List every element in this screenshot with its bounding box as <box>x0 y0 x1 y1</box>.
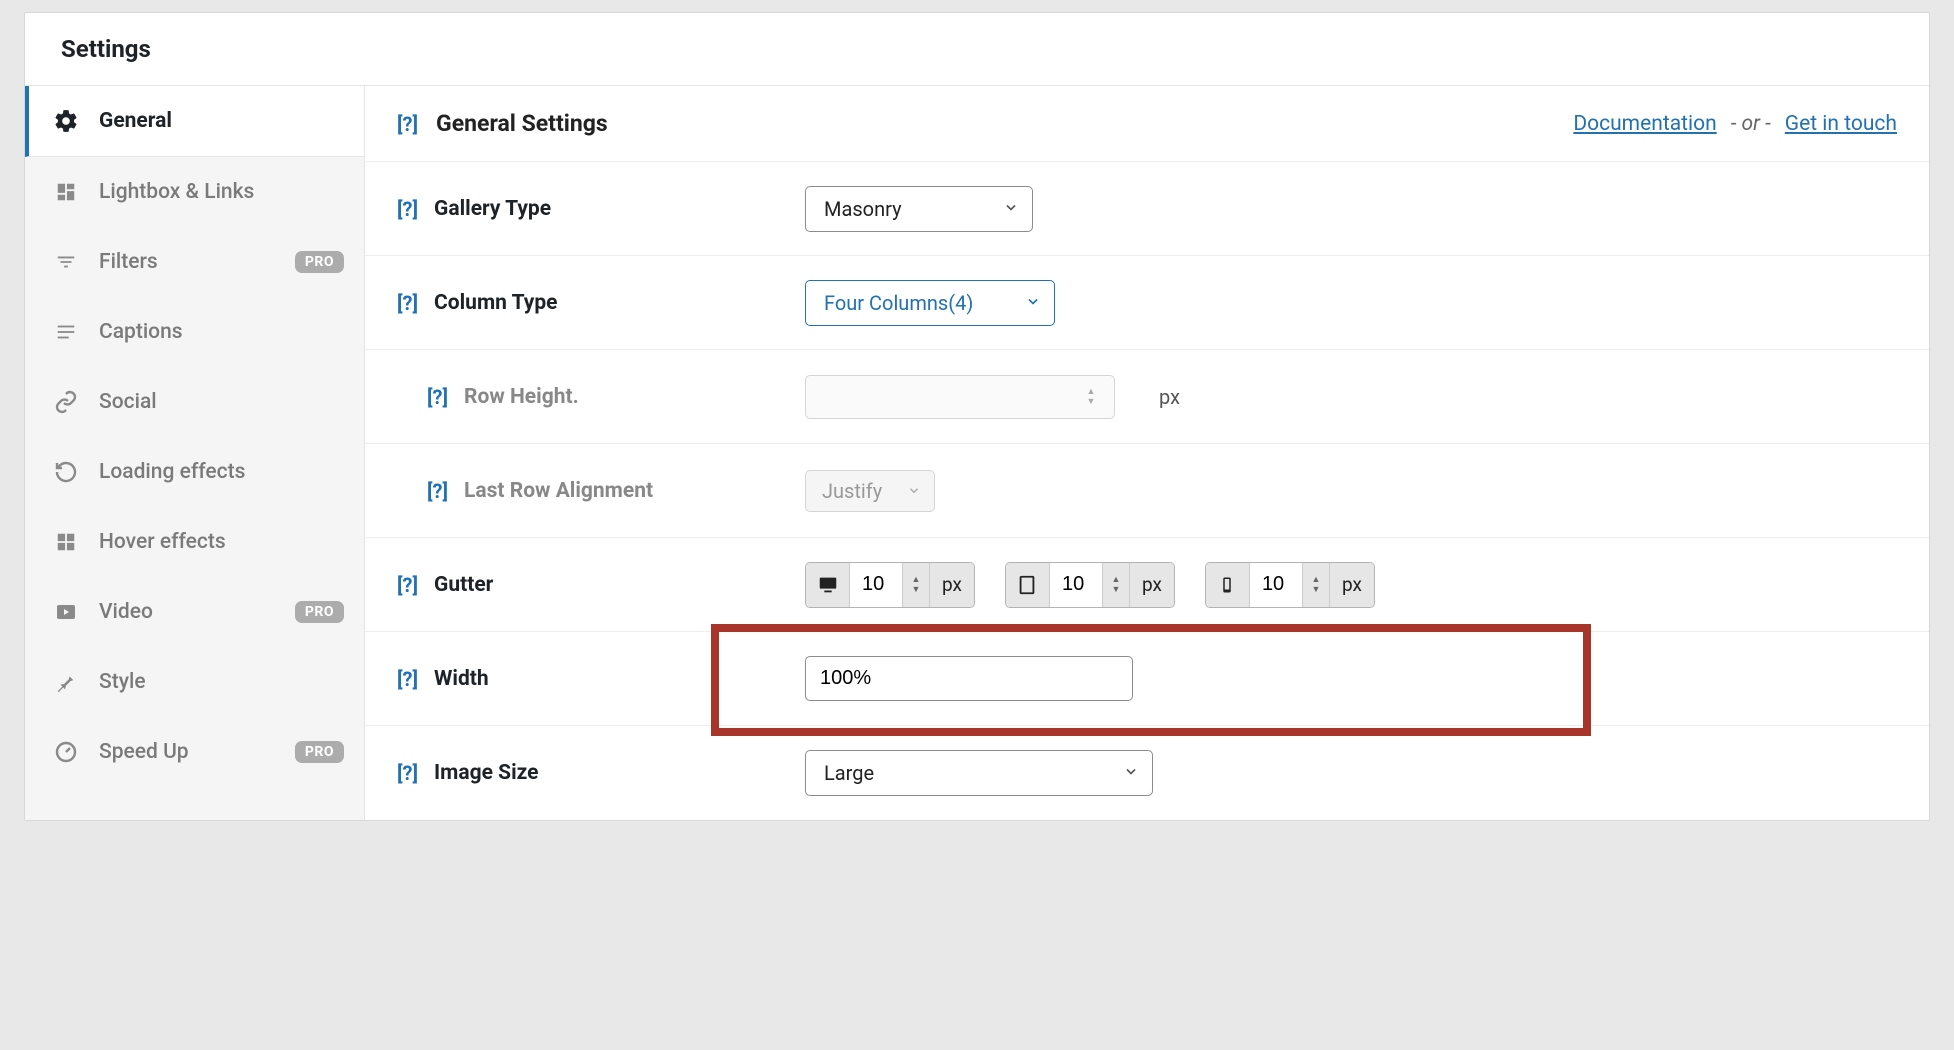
label-last-row: Last Row Alignment <box>464 479 653 503</box>
gauge-icon <box>53 739 79 765</box>
gear-icon <box>53 108 79 134</box>
label-column-type: Column Type <box>434 291 557 315</box>
contact-link[interactable]: Get in touch <box>1785 112 1897 136</box>
row-width: [?] Width <box>365 632 1929 726</box>
help-icon[interactable]: [?] <box>427 479 448 503</box>
sidebar-item-captions[interactable]: Captions <box>25 297 364 367</box>
or-text: - or - <box>1731 112 1771 136</box>
gutter-tablet[interactable]: ▲▼ px <box>1005 562 1175 608</box>
pro-badge: PRO <box>295 601 344 623</box>
help-icon[interactable]: [?] <box>397 761 418 785</box>
label-gallery-type: Gallery Type <box>434 197 551 221</box>
row-column-type: [?] Column Type Four Columns(4) <box>365 256 1929 350</box>
sidebar-item-label: Filters <box>99 250 275 274</box>
sidebar-item-speedup[interactable]: Speed Up PRO <box>25 717 364 787</box>
row-gutter: [?] Gutter ▲▼ px <box>365 538 1929 632</box>
link-icon <box>53 389 79 415</box>
sidebar-item-filters[interactable]: Filters PRO <box>25 227 364 297</box>
video-icon <box>53 599 79 625</box>
row-gallery-type: [?] Gallery Type Masonry <box>365 162 1929 256</box>
refresh-icon <box>53 459 79 485</box>
tablet-icon <box>1006 563 1050 607</box>
pro-badge: PRO <box>295 251 344 273</box>
column-type-select[interactable]: Four Columns(4) <box>805 280 1055 326</box>
panel-header: [?] General Settings Documentation - or … <box>365 86 1929 162</box>
unit-px: px <box>930 563 974 607</box>
pin-icon <box>53 669 79 695</box>
mobile-icon <box>1206 563 1250 607</box>
grid-icon <box>53 179 79 205</box>
unit-px: px <box>1159 385 1180 409</box>
settings-sidebar: General Lightbox & Links Filters PRO <box>25 86 365 820</box>
num-spin-icon[interactable]: ▲▼ <box>902 563 930 607</box>
sidebar-item-style[interactable]: Style <box>25 647 364 717</box>
sidebar-item-label: Hover effects <box>99 530 344 554</box>
num-spin-icon[interactable]: ▲▼ <box>1102 563 1130 607</box>
help-icon[interactable]: [?] <box>397 667 418 691</box>
sidebar-item-video[interactable]: Video PRO <box>25 577 364 647</box>
num-spin-icon: ▲▼ <box>1078 382 1104 412</box>
help-icon[interactable]: [?] <box>427 385 448 409</box>
label-gutter: Gutter <box>434 573 493 597</box>
panel-title: General Settings <box>436 110 608 137</box>
gallery-type-select[interactable]: Masonry <box>805 186 1033 232</box>
gutter-desktop-input[interactable] <box>850 573 902 596</box>
last-row-select: Justify <box>805 470 935 512</box>
captions-icon <box>53 319 79 345</box>
width-input[interactable] <box>805 656 1133 701</box>
num-spin-icon[interactable]: ▲▼ <box>1302 563 1330 607</box>
image-size-select[interactable]: Large <box>805 750 1153 796</box>
label-image-size: Image Size <box>434 761 538 785</box>
sidebar-item-label: Social <box>99 390 344 414</box>
gutter-mobile-input[interactable] <box>1250 573 1302 596</box>
help-icon[interactable]: [?] <box>397 573 418 597</box>
sidebar-item-label: Speed Up <box>99 740 275 764</box>
unit-px: px <box>1330 563 1374 607</box>
sidebar-item-lightbox[interactable]: Lightbox & Links <box>25 157 364 227</box>
label-width: Width <box>434 667 489 691</box>
desktop-icon <box>806 563 850 607</box>
gutter-mobile[interactable]: ▲▼ px <box>1205 562 1375 608</box>
documentation-link[interactable]: Documentation <box>1573 112 1716 136</box>
grid2-icon <box>53 529 79 555</box>
settings-header: Settings <box>25 13 1929 86</box>
row-last-row-alignment: [?] Last Row Alignment Justify <box>365 444 1929 538</box>
row-height-input[interactable]: ▲▼ <box>805 375 1115 419</box>
filter-icon <box>53 249 79 275</box>
sidebar-item-label: Video <box>99 600 275 624</box>
page-title: Settings <box>61 35 1893 63</box>
sidebar-item-general[interactable]: General <box>25 86 364 157</box>
sidebar-item-social[interactable]: Social <box>25 367 364 437</box>
sidebar-item-label: Loading effects <box>99 460 344 484</box>
row-row-height: [?] Row Height. ▲▼ px <box>365 350 1929 444</box>
sidebar-item-label: Style <box>99 670 344 694</box>
gutter-desktop[interactable]: ▲▼ px <box>805 562 975 608</box>
pro-badge: PRO <box>295 741 344 763</box>
help-icon[interactable]: [?] <box>397 291 418 315</box>
unit-px: px <box>1130 563 1174 607</box>
sidebar-item-hover[interactable]: Hover effects <box>25 507 364 577</box>
help-icon[interactable]: [?] <box>397 197 418 221</box>
help-icon[interactable]: [?] <box>397 112 418 136</box>
sidebar-item-label: Captions <box>99 320 344 344</box>
row-image-size: [?] Image Size Large <box>365 726 1929 820</box>
gutter-tablet-input[interactable] <box>1050 573 1102 596</box>
sidebar-item-label: General <box>99 109 344 133</box>
sidebar-item-label: Lightbox & Links <box>99 180 344 204</box>
label-row-height: Row Height. <box>464 385 579 409</box>
main-panel: [?] General Settings Documentation - or … <box>365 86 1929 820</box>
sidebar-item-loading[interactable]: Loading effects <box>25 437 364 507</box>
